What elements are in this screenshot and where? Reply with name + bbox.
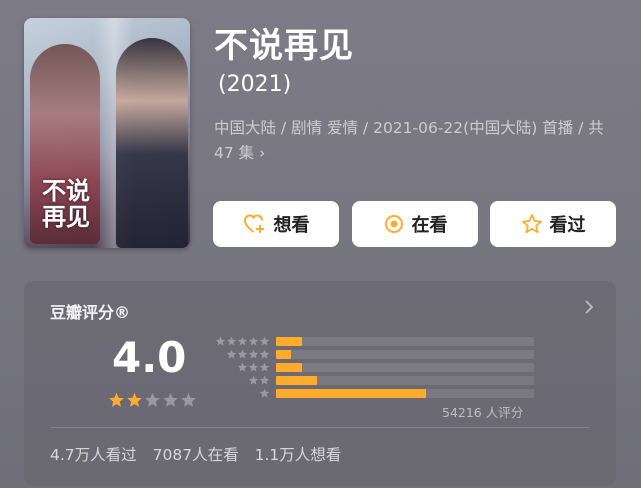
star-small-icon: [259, 375, 270, 385]
watched-count: 4.7万人看过: [50, 446, 137, 464]
watching-button[interactable]: 在看: [352, 201, 478, 247]
poster[interactable]: 不说 再见: [24, 18, 190, 248]
star-level-5: [215, 336, 270, 347]
bar-fill: [276, 389, 426, 398]
star-small-icon: [237, 349, 248, 359]
rating-card[interactable]: 豆瓣评分® 4.0 54216 人评分 4.7万人看过 7087人在看 1.1万…: [24, 281, 616, 486]
bar-track: [276, 376, 534, 385]
star-level-4: [226, 349, 270, 360]
star-small-icon: [259, 388, 270, 398]
star-empty-icon: [181, 392, 196, 407]
bar-fill: [276, 337, 302, 346]
page-title: 不说再见: [214, 26, 354, 66]
star-level-3: [237, 362, 270, 373]
star-outline-icon: [521, 214, 542, 234]
rating-count: 54216 人评分: [442, 405, 524, 420]
star-small-icon: [259, 362, 270, 372]
want-to-watch-label: 想看: [273, 215, 310, 236]
star-small-icon: [248, 375, 259, 385]
bar-track: [276, 350, 534, 359]
bar-track: [276, 337, 534, 346]
bar-fill: [276, 376, 318, 385]
star-level-1: [259, 388, 270, 399]
bar-fill: [276, 363, 302, 372]
audience-stats: 4.7万人看过 7087人在看 1.1万人想看: [50, 443, 341, 465]
star-level-2: [248, 375, 270, 386]
want-count: 1.1万人想看: [254, 446, 342, 464]
star-small-icon: [248, 336, 259, 346]
star-empty-icon: [145, 392, 160, 407]
star-small-icon: [237, 362, 248, 372]
star-small-icon: [259, 336, 270, 346]
star-empty-icon: [163, 392, 178, 407]
star-small-icon: [226, 349, 237, 359]
watched-label: 看过: [549, 215, 586, 236]
poster-figure-actor: [116, 38, 188, 248]
heart-plus-icon: [243, 214, 264, 233]
bar-track: [276, 363, 534, 372]
star-small-icon: [237, 336, 248, 346]
watching-count: 7087人在看: [152, 446, 239, 464]
star-small-icon: [259, 349, 270, 359]
chevron-right-icon[interactable]: [584, 299, 594, 315]
rating-label: 豆瓣评分®: [50, 303, 131, 322]
want-to-watch-button[interactable]: 想看: [213, 201, 339, 247]
watching-label: 在看: [411, 215, 448, 236]
star-filled-icon: [127, 392, 142, 407]
rating-stars: [108, 392, 197, 409]
star-small-icon: [226, 336, 237, 346]
star-filled-icon: [109, 392, 124, 407]
star-small-icon: [215, 336, 226, 346]
release-year: (2021): [218, 72, 292, 97]
bar-track: [276, 389, 534, 398]
bar-fill: [276, 350, 292, 359]
star-small-icon: [248, 362, 259, 372]
watched-button[interactable]: 看过: [490, 201, 616, 247]
meta-info-link[interactable]: 中国大陆 / 剧情 爱情 / 2021-06-22(中国大陆) 首播 / 共 4…: [214, 116, 614, 166]
rating-score: 4.0: [112, 333, 187, 382]
divider: [50, 427, 590, 428]
star-small-icon: [248, 349, 259, 359]
poster-title-text: 不说 再见: [42, 176, 90, 231]
target-icon: [384, 215, 403, 233]
